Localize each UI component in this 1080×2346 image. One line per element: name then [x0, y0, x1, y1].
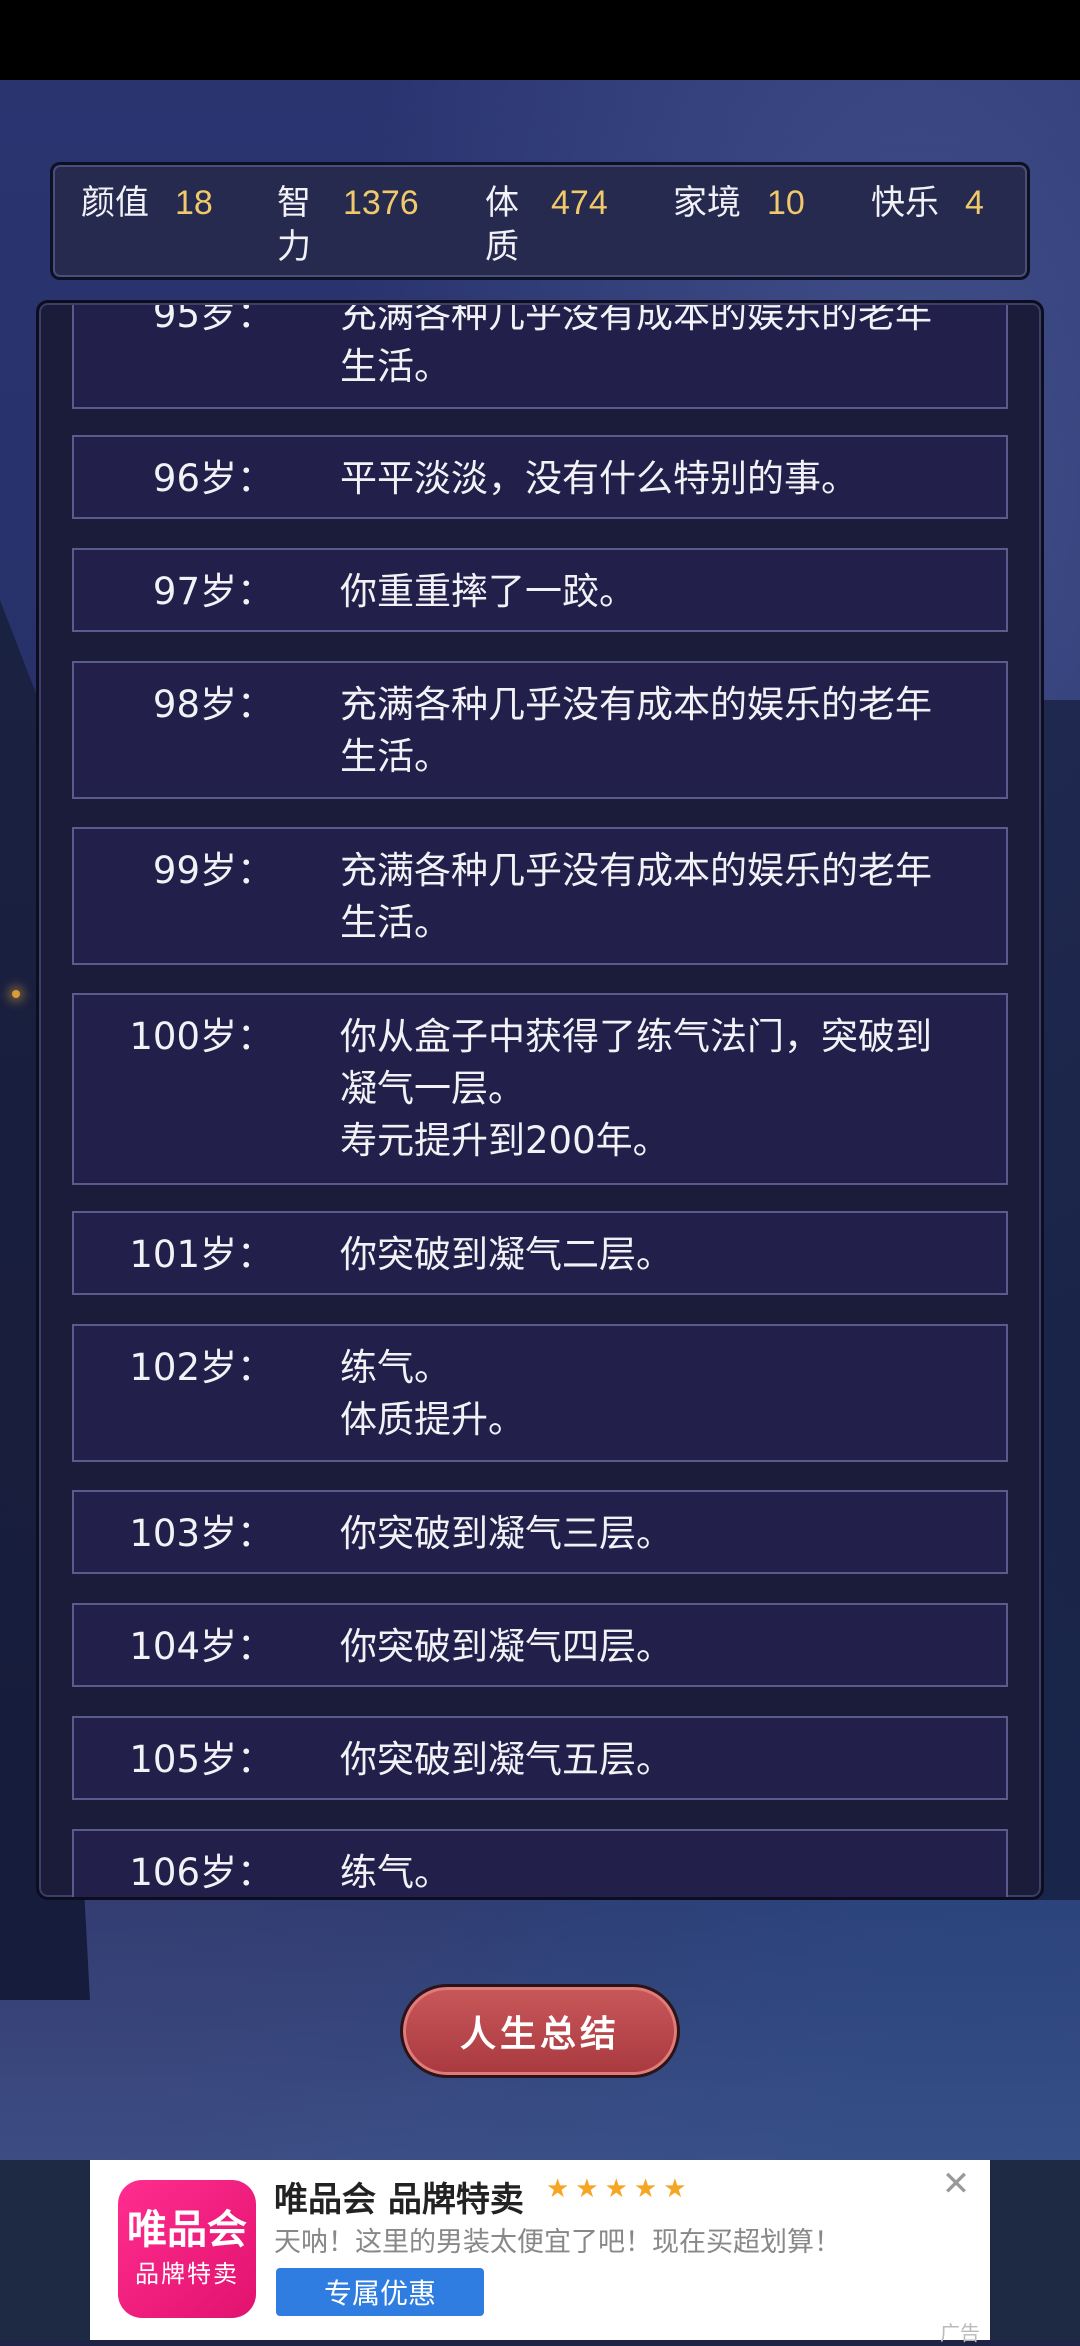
life-log-list[interactable]: 95岁： 充满各种几乎没有成本的娱乐的老年 生活。 96岁： 平平淡淡，没有什么…: [36, 305, 1044, 1897]
log-age: 96岁：: [152, 457, 274, 500]
attribute-bar: 颜值 18 智力 1376 体质 474 家境 10 快乐 4: [50, 162, 1030, 280]
log-entry: 104岁： 你突破到凝气四层。: [72, 1603, 1008, 1687]
ad-rating-stars: ★★★★★: [546, 2174, 693, 2204]
stat-family: 家境 10: [673, 181, 805, 225]
ad-cta-button[interactable]: 专属优惠: [276, 2268, 484, 2316]
log-age: 99岁：: [152, 849, 274, 892]
stat-value: 18: [175, 184, 213, 222]
stat-label: 体质: [485, 183, 519, 267]
stat-appearance: 颜值 18: [81, 181, 213, 225]
log-age: 103岁：: [129, 1512, 274, 1555]
log-entry: 97岁： 你重重摔了一跤。: [72, 548, 1008, 632]
log-text: 你突破到凝气三层。: [340, 1512, 673, 1555]
stat-label: 颜值: [81, 183, 149, 223]
log-age: 104岁：: [129, 1625, 274, 1668]
log-entry: 103岁： 你突破到凝气三层。: [72, 1490, 1008, 1574]
ad-banner[interactable]: 唯品会 品牌特卖 唯品会 品牌特卖 ★★★★★ 天呐！这里的男装太便宜了吧！现在…: [90, 2160, 990, 2345]
ad-title: 唯品会 品牌特卖: [274, 2180, 524, 2220]
log-text: 你重重摔了一跤。: [340, 570, 636, 613]
log-entry: 105岁： 你突破到凝气五层。: [72, 1716, 1008, 1800]
stat-label: 家境: [673, 183, 741, 223]
ad-logo-main: 唯品会: [127, 2207, 247, 2253]
ad-tag: 广告: [940, 2321, 980, 2345]
log-age: 102岁：: [129, 1346, 274, 1389]
log-entry: 96岁： 平平淡淡，没有什么特别的事。: [72, 435, 1008, 519]
log-text: 你突破到凝气四层。: [340, 1625, 673, 1668]
log-age: 100岁：: [129, 1015, 274, 1058]
log-age: 105岁：: [129, 1738, 274, 1781]
status-bar: [0, 0, 1080, 80]
ad-logo-sub: 品牌特卖: [135, 2260, 239, 2288]
close-icon[interactable]: ✕: [936, 2164, 976, 2204]
stat-value: 474: [551, 184, 608, 222]
stat-label: 智力: [277, 183, 311, 267]
lantern-light: [12, 990, 20, 998]
log-text: 练气。: [340, 1851, 451, 1894]
log-text: 平平淡淡，没有什么特别的事。: [340, 457, 858, 500]
stat-constitution: 体质 474: [485, 181, 608, 269]
ad-logo[interactable]: 唯品会 品牌特卖: [118, 2180, 256, 2318]
log-age: 101岁：: [129, 1233, 274, 1276]
stat-value: 1376: [343, 184, 419, 222]
log-entry: 100岁： 你从盒子中获得了练气法门，突破到 凝气一层。 寿元提升到200年。: [72, 993, 1008, 1185]
log-text: 你突破到凝气二层。: [340, 1233, 673, 1276]
log-text: 充满各种几乎没有成本的娱乐的老年 生活。: [340, 683, 932, 778]
log-age: 97岁：: [152, 570, 274, 613]
stat-label: 快乐: [871, 183, 939, 223]
log-age: 98岁：: [152, 683, 274, 726]
log-entry: 106岁： 练气。: [72, 1829, 1008, 1897]
ad-description: 天呐！这里的男装太便宜了吧！现在买超划算！: [274, 2227, 841, 2258]
stat-intelligence: 智力 1376: [277, 181, 419, 269]
log-age: 95岁：: [152, 305, 274, 336]
log-entry: 102岁： 练气。 体质提升。: [72, 1324, 1008, 1462]
life-summary-button[interactable]: 人生总结: [400, 1984, 680, 2078]
log-text: 你从盒子中获得了练气法门，突破到 凝气一层。 寿元提升到200年。: [340, 1015, 932, 1162]
log-entry: 101岁： 你突破到凝气二层。: [72, 1211, 1008, 1295]
log-text: 你突破到凝气五层。: [340, 1738, 673, 1781]
log-text: 充满各种几乎没有成本的娱乐的老年 生活。: [340, 305, 932, 388]
stat-value: 4: [965, 184, 984, 222]
stat-value: 10: [767, 184, 805, 222]
stat-happiness: 快乐 4: [871, 181, 984, 225]
log-age: 106岁：: [129, 1851, 274, 1894]
log-entry: 95岁： 充满各种几乎没有成本的娱乐的老年 生活。: [72, 305, 1008, 409]
log-entry: 98岁： 充满各种几乎没有成本的娱乐的老年 生活。: [72, 661, 1008, 799]
log-entry: 99岁： 充满各种几乎没有成本的娱乐的老年 生活。: [72, 827, 1008, 965]
log-text: 练气。 体质提升。: [340, 1346, 525, 1441]
log-text: 充满各种几乎没有成本的娱乐的老年 生活。: [340, 849, 932, 944]
